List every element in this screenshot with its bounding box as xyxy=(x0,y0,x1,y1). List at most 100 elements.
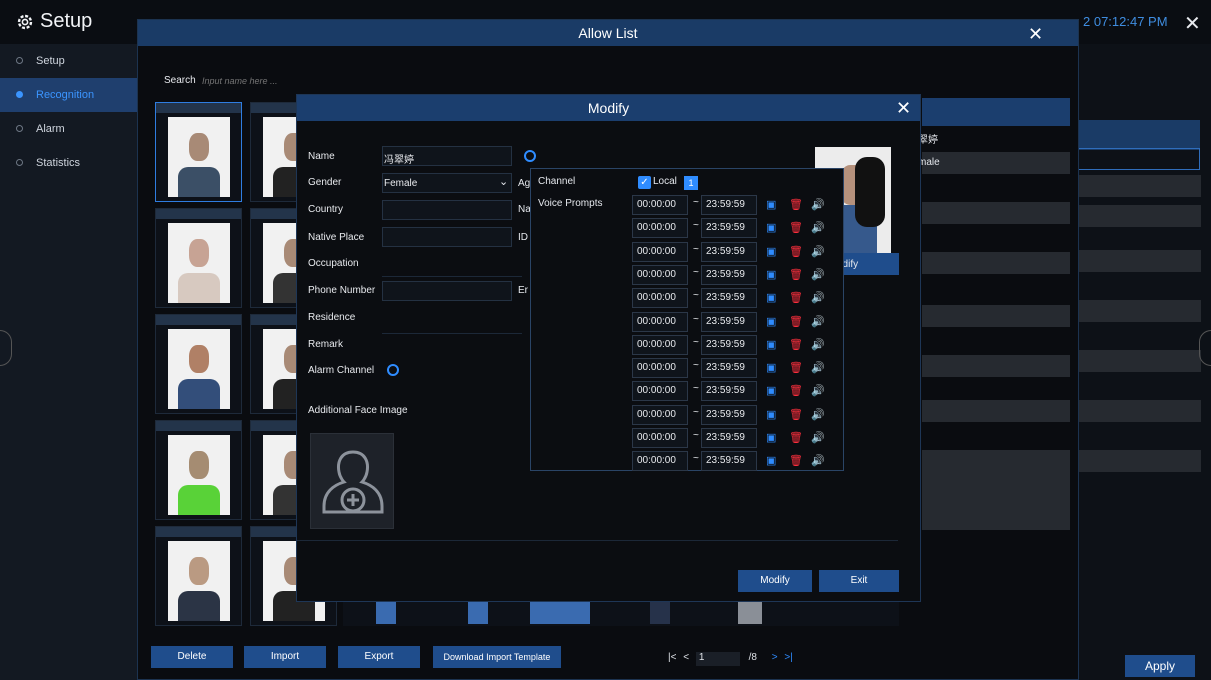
edit-audio-icon[interactable]: ▣ xyxy=(766,432,776,444)
list-row xyxy=(1078,450,1201,472)
download-template-button[interactable]: Download Import Template xyxy=(433,646,561,668)
start-time-input[interactable]: 00:00:00 xyxy=(632,195,688,215)
start-time-input[interactable]: 00:00:00 xyxy=(632,264,688,285)
start-time-input[interactable]: 00:00:00 xyxy=(632,241,688,262)
edit-audio-icon[interactable]: ▣ xyxy=(766,409,776,421)
delete-icon[interactable]: 🗑 xyxy=(789,199,803,211)
add-face-button[interactable] xyxy=(310,433,394,529)
phone-field[interactable] xyxy=(382,281,512,301)
export-button[interactable]: Export xyxy=(338,646,420,668)
first-page-icon[interactable]: |< xyxy=(668,652,676,663)
speaker-icon[interactable]: 🔊 xyxy=(811,362,825,374)
edit-audio-icon[interactable]: ▣ xyxy=(766,246,776,258)
channel-number-badge[interactable]: 1 xyxy=(684,176,698,190)
country-field[interactable] xyxy=(382,200,512,220)
delete-icon[interactable]: 🗑 xyxy=(789,246,803,258)
close-icon[interactable]: ✕ xyxy=(1028,24,1043,45)
end-time-input[interactable]: 23:59:59 xyxy=(701,381,757,402)
list-row xyxy=(922,305,1070,327)
speaker-icon[interactable]: 🔊 xyxy=(811,246,825,258)
delete-icon[interactable]: 🗑 xyxy=(789,339,803,351)
speaker-icon[interactable]: 🔊 xyxy=(811,409,825,421)
end-time-input[interactable]: 23:59:59 xyxy=(701,264,757,285)
modify-button[interactable]: Modify xyxy=(738,570,812,592)
start-time-input[interactable]: 00:00:00 xyxy=(632,428,688,448)
face-thumbnail[interactable] xyxy=(155,420,242,520)
range-separator: ~ xyxy=(693,360,699,372)
gear-icon[interactable] xyxy=(387,364,399,376)
face-thumbnail[interactable] xyxy=(155,526,242,626)
speaker-icon[interactable]: 🔊 xyxy=(811,199,825,211)
delete-icon[interactable]: 🗑 xyxy=(789,385,803,397)
edit-audio-icon[interactable]: ▣ xyxy=(766,455,776,467)
edit-audio-icon[interactable]: ▣ xyxy=(766,269,776,281)
start-time-input[interactable]: 00:00:00 xyxy=(632,288,688,309)
speaker-icon[interactable]: 🔊 xyxy=(811,222,825,234)
start-time-input[interactable]: 00:00:00 xyxy=(632,381,688,402)
end-time-input[interactable]: 23:59:59 xyxy=(701,358,757,379)
end-time-input[interactable]: 23:59:59 xyxy=(701,334,757,355)
delete-icon[interactable]: 🗑 xyxy=(789,455,803,467)
end-time-input[interactable]: 23:59:59 xyxy=(701,451,757,472)
native-place-field[interactable] xyxy=(382,227,512,247)
delete-icon[interactable]: 🗑 xyxy=(789,409,803,421)
end-time-input[interactable]: 23:59:59 xyxy=(701,311,757,332)
speaker-icon[interactable]: 🔊 xyxy=(811,316,825,328)
delete-icon[interactable]: 🗑 xyxy=(789,222,803,234)
delete-icon[interactable]: 🗑 xyxy=(789,316,803,328)
speaker-icon[interactable]: 🔊 xyxy=(811,339,825,351)
selected-row[interactable] xyxy=(1078,120,1200,150)
prev-page-icon[interactable]: < xyxy=(683,652,689,663)
scroll-right-handle[interactable] xyxy=(1199,330,1211,366)
delete-icon[interactable]: 🗑 xyxy=(789,292,803,304)
edit-audio-icon[interactable]: ▣ xyxy=(766,385,776,397)
start-time-input[interactable]: 00:00:00 xyxy=(632,218,688,239)
search-input[interactable] xyxy=(202,72,342,90)
delete-icon[interactable]: 🗑 xyxy=(789,269,803,281)
end-time-input[interactable]: 23:59:59 xyxy=(701,404,757,425)
residence-label: Residence xyxy=(308,312,356,323)
start-time-input[interactable]: 00:00:00 xyxy=(632,358,688,379)
last-page-icon[interactable]: >| xyxy=(784,652,792,663)
divider xyxy=(382,276,522,277)
sidebar-item-setup[interactable]: Setup xyxy=(0,44,137,78)
speaker-icon[interactable]: 🔊 xyxy=(811,385,825,397)
edit-audio-icon[interactable]: ▣ xyxy=(766,362,776,374)
start-time-input[interactable]: 00:00:00 xyxy=(632,311,688,332)
gear-icon[interactable] xyxy=(524,150,536,162)
speaker-icon[interactable]: 🔊 xyxy=(811,292,825,304)
import-button[interactable]: Import xyxy=(244,646,326,668)
delete-icon[interactable]: 🗑 xyxy=(789,362,803,374)
edit-audio-icon[interactable]: ▣ xyxy=(766,222,776,234)
end-time-input[interactable]: 23:59:59 xyxy=(701,241,757,262)
start-time-input[interactable]: 00:00:00 xyxy=(632,451,688,472)
delete-button[interactable]: Delete xyxy=(151,646,233,668)
page-input[interactable]: 1 xyxy=(695,652,740,666)
end-time-input[interactable]: 23:59:59 xyxy=(701,195,757,215)
sidebar-item-alarm[interactable]: Alarm xyxy=(0,112,137,146)
next-page-icon[interactable]: > xyxy=(772,652,778,663)
start-time-input[interactable]: 00:00:00 xyxy=(632,334,688,355)
end-time-input[interactable]: 23:59:59 xyxy=(701,288,757,309)
apply-button[interactable]: Apply xyxy=(1125,655,1195,677)
edit-audio-icon[interactable]: ▣ xyxy=(766,316,776,328)
sidebar-item-recognition[interactable]: Recognition xyxy=(0,78,137,112)
exit-button[interactable]: Exit xyxy=(819,570,899,592)
edit-audio-icon[interactable]: ▣ xyxy=(766,199,776,211)
speaker-icon[interactable]: 🔊 xyxy=(811,455,825,467)
end-time-input[interactable]: 23:59:59 xyxy=(701,428,757,448)
speaker-icon[interactable]: 🔊 xyxy=(811,432,825,444)
face-thumbnail[interactable] xyxy=(155,208,242,308)
close-icon[interactable]: ✕ xyxy=(1184,11,1201,36)
end-time-input[interactable]: 23:59:59 xyxy=(701,218,757,239)
start-time-input[interactable]: 00:00:00 xyxy=(632,404,688,425)
edit-audio-icon[interactable]: ▣ xyxy=(766,339,776,351)
sidebar-item-statistics[interactable]: Statistics xyxy=(0,146,137,180)
local-checkbox[interactable]: ✓ xyxy=(638,176,651,189)
edit-audio-icon[interactable]: ▣ xyxy=(766,292,776,304)
face-thumbnail[interactable] xyxy=(155,314,242,414)
close-icon[interactable]: ✕ xyxy=(896,98,911,119)
speaker-icon[interactable]: 🔊 xyxy=(811,269,825,281)
delete-icon[interactable]: 🗑 xyxy=(789,432,803,444)
face-thumbnail[interactable] xyxy=(155,102,242,202)
